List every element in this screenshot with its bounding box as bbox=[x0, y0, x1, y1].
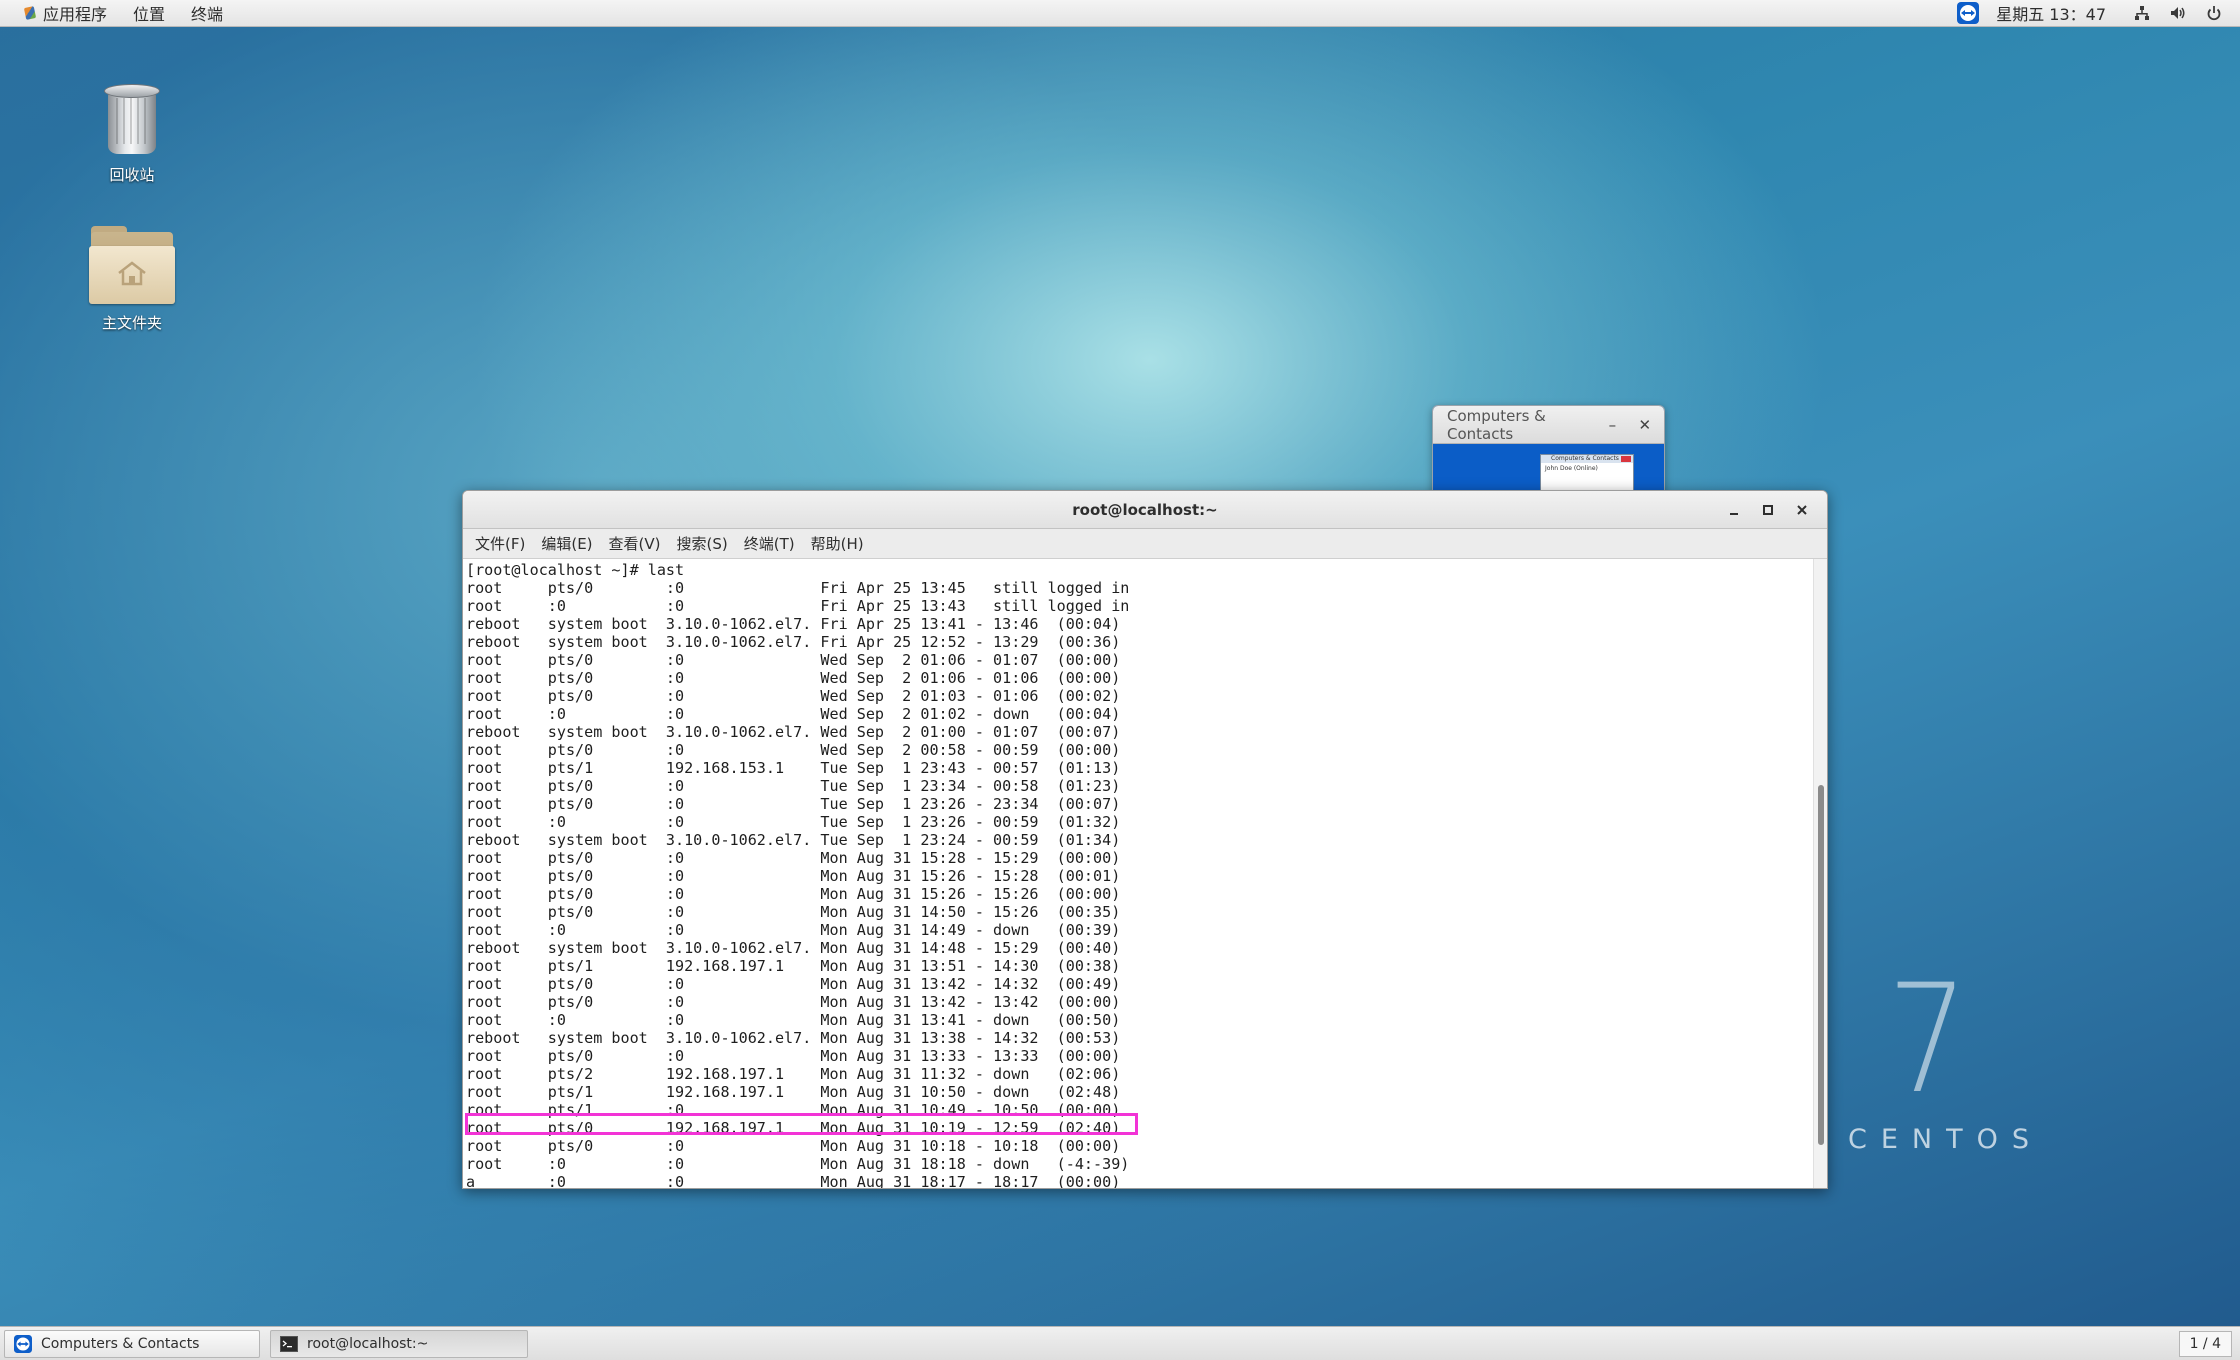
close-button[interactable] bbox=[1785, 496, 1819, 524]
terminal-output[interactable]: [root@localhost ~]# last root pts/0 :0 Fr… bbox=[463, 559, 1813, 1188]
task-label: root@localhost:~ bbox=[307, 1335, 429, 1352]
terminal-line: root pts/0 :0 Wed Sep 2 01:03 - 01:06 (0… bbox=[466, 687, 1121, 705]
terminal-titlebar[interactable]: root@localhost:~ bbox=[463, 491, 1827, 529]
thumbnail-title: Computers & Contacts bbox=[1541, 455, 1633, 463]
terminal-line: root pts/0 :0 Mon Aug 31 15:26 - 15:28 (… bbox=[466, 867, 1121, 885]
clock[interactable]: 星期五 13：47 bbox=[1996, 1, 2106, 25]
terminal-line: root pts/0 :0 Wed Sep 2 01:06 - 01:07 (0… bbox=[466, 651, 1121, 669]
desktop-home-folder[interactable]: 主文件夹 bbox=[57, 226, 207, 333]
maximize-icon bbox=[1763, 505, 1773, 515]
computers-contacts-thumbnail: Computers & Contacts John Doe (Online) bbox=[1540, 454, 1634, 494]
terminal-line: root pts/1 192.168.153.1 Tue Sep 1 23:43… bbox=[466, 759, 1121, 777]
trash-icon bbox=[100, 80, 164, 158]
terminal-line: [root@localhost ~]# last bbox=[466, 561, 685, 579]
applications-icon bbox=[23, 6, 37, 20]
power-icon[interactable] bbox=[2202, 1, 2226, 25]
volume-icon[interactable] bbox=[2166, 1, 2190, 25]
places-menu[interactable]: 位置 bbox=[120, 0, 178, 26]
terminal-line: reboot system boot 3.10.0-1062.el7. Tue … bbox=[466, 831, 1121, 849]
menu-file[interactable]: 文件(F) bbox=[467, 533, 533, 554]
network-icon[interactable] bbox=[2130, 1, 2154, 25]
terminal-line: reboot system boot 3.10.0-1062.el7. Mon … bbox=[466, 939, 1121, 957]
terminal-line: root :0 :0 Mon Aug 31 18:18 - down (-4:-… bbox=[466, 1155, 1130, 1173]
workspace-pager[interactable]: 1 / 4 bbox=[2178, 1330, 2232, 1357]
terminal-title: root@localhost:~ bbox=[1072, 500, 1218, 519]
task-computers-contacts[interactable]: Computers & Contacts bbox=[4, 1329, 260, 1358]
terminal-label: 终端 bbox=[191, 5, 224, 24]
applications-label: 应用程序 bbox=[43, 5, 108, 24]
menu-terminal[interactable]: 终端(T) bbox=[736, 533, 803, 554]
terminal-line: root pts/0 :0 Mon Aug 31 15:26 - 15:26 (… bbox=[466, 885, 1121, 903]
computers-contacts-title: Computers & Contacts bbox=[1447, 406, 1546, 443]
terminal-line: root pts/0 192.168.197.1 Mon Aug 31 10:1… bbox=[466, 1119, 1121, 1137]
terminal-line: root :0 :0 Wed Sep 2 01:02 - down (00:04… bbox=[466, 705, 1121, 723]
desktop-trash[interactable]: 回收站 bbox=[57, 80, 207, 185]
status-area: 星期五 13：47 bbox=[1950, 0, 2240, 26]
terminal-line: root pts/0 :0 Wed Sep 2 01:06 - 01:06 (0… bbox=[466, 669, 1121, 687]
desktop-home-folder-label: 主文件夹 bbox=[101, 314, 162, 332]
terminal-line: root pts/0 :0 Tue Sep 1 23:26 - 23:34 (0… bbox=[466, 795, 1121, 813]
thumbnail-close-icon bbox=[1621, 456, 1631, 462]
applications-menu[interactable]: 应用程序 bbox=[10, 0, 120, 26]
places-label: 位置 bbox=[133, 5, 166, 24]
task-terminal[interactable]: root@localhost:~ bbox=[270, 1329, 528, 1358]
teamviewer-icon[interactable] bbox=[1956, 1, 1980, 25]
terminal-line: reboot system boot 3.10.0-1062.el7. Wed … bbox=[466, 723, 1121, 741]
terminal-line: root pts/0 :0 Mon Aug 31 13:42 - 14:32 (… bbox=[466, 975, 1121, 993]
terminal-menubar: 文件(F) 编辑(E) 查看(V) 搜索(S) 终端(T) 帮助(H) bbox=[463, 529, 1827, 559]
desktop-trash-label: 回收站 bbox=[109, 166, 155, 184]
terminal-line: root pts/1 192.168.197.1 Mon Aug 31 13:5… bbox=[466, 957, 1121, 975]
minimize-button[interactable]: – bbox=[1603, 416, 1621, 434]
terminal-scrollbar[interactable] bbox=[1813, 559, 1827, 1188]
teamviewer-icon bbox=[13, 1334, 33, 1354]
thumbnail-user: John Doe (Online) bbox=[1545, 465, 1598, 472]
task-label: Computers & Contacts bbox=[41, 1335, 200, 1352]
terminal-lines: [root@localhost ~]# last root pts/0 :0 Fr… bbox=[463, 559, 1813, 1188]
minimize-button[interactable] bbox=[1717, 496, 1751, 524]
computers-contacts-titlebar[interactable]: Computers & Contacts – ✕ bbox=[1433, 406, 1664, 444]
menu-search[interactable]: 搜索(S) bbox=[669, 533, 736, 554]
terminal-line: root pts/0 :0 Mon Aug 31 13:33 - 13:33 (… bbox=[466, 1047, 1121, 1065]
bottom-taskbar: Computers & Contacts root@localhost:~ 1 … bbox=[0, 1326, 2240, 1360]
terminal-menu[interactable]: 终端 bbox=[178, 0, 236, 26]
close-icon bbox=[1797, 505, 1807, 515]
centos-wordmark: CENTOS bbox=[1848, 1124, 2043, 1155]
centos-version-logo: 7 bbox=[1887, 953, 1969, 1127]
terminal-line: root :0 :0 Mon Aug 31 13:41 - down (00:5… bbox=[466, 1011, 1121, 1029]
terminal-icon bbox=[279, 1334, 299, 1354]
maximize-button[interactable] bbox=[1751, 496, 1785, 524]
minimize-icon bbox=[1730, 513, 1738, 515]
menu-edit[interactable]: 编辑(E) bbox=[533, 533, 600, 554]
window-controls bbox=[1717, 491, 1819, 529]
home-folder-icon bbox=[89, 226, 175, 306]
top-menu: 应用程序 位置 终端 bbox=[0, 0, 236, 26]
terminal-line: root pts/2 192.168.197.1 Mon Aug 31 11:3… bbox=[466, 1065, 1121, 1083]
terminal-line: root pts/0 :0 Mon Aug 31 14:50 - 15:26 (… bbox=[466, 903, 1121, 921]
close-button[interactable]: ✕ bbox=[1636, 416, 1654, 434]
terminal-line: a :0 :0 Mon Aug 31 18:17 - 18:17 (00:00) bbox=[466, 1173, 1121, 1188]
terminal-line: root pts/0 :0 Mon Aug 31 15:28 - 15:29 (… bbox=[466, 849, 1121, 867]
terminal-window[interactable]: root@localhost:~ 文件(F) 编辑(E) 查看(V) 搜索(S)… bbox=[462, 490, 1828, 1189]
terminal-line: root pts/0 :0 Wed Sep 2 00:58 - 00:59 (0… bbox=[466, 741, 1121, 759]
terminal-line: reboot system boot 3.10.0-1062.el7. Fri … bbox=[466, 633, 1121, 651]
terminal-line: root pts/1 :0 Mon Aug 31 10:49 - 10:50 (… bbox=[466, 1101, 1121, 1119]
computers-contacts-window[interactable]: Computers & Contacts – ✕ Computers & Con… bbox=[1432, 405, 1665, 495]
menu-view[interactable]: 查看(V) bbox=[601, 533, 669, 554]
top-panel: 应用程序 位置 终端 星期五 13：47 bbox=[0, 0, 2240, 27]
terminal-line: root pts/0 :0 Tue Sep 1 23:34 - 00:58 (0… bbox=[466, 777, 1121, 795]
terminal-line: root pts/0 :0 Mon Aug 31 10:18 - 10:18 (… bbox=[466, 1137, 1121, 1155]
terminal-line: root :0 :0 Tue Sep 1 23:26 - 00:59 (01:3… bbox=[466, 813, 1121, 831]
scrollbar-thumb[interactable] bbox=[1818, 785, 1824, 1145]
terminal-line: root pts/0 :0 Fri Apr 25 13:45 still log… bbox=[466, 579, 1130, 597]
menu-help[interactable]: 帮助(H) bbox=[803, 533, 872, 554]
terminal-line: root pts/1 192.168.197.1 Mon Aug 31 10:5… bbox=[466, 1083, 1121, 1101]
terminal-line: root :0 :0 Fri Apr 25 13:43 still logged… bbox=[466, 597, 1130, 615]
terminal-line: reboot system boot 3.10.0-1062.el7. Fri … bbox=[466, 615, 1121, 633]
terminal-line: reboot system boot 3.10.0-1062.el7. Mon … bbox=[466, 1029, 1121, 1047]
terminal-line: root pts/0 :0 Mon Aug 31 13:42 - 13:42 (… bbox=[466, 993, 1121, 1011]
terminal-line: root :0 :0 Mon Aug 31 14:49 - down (00:3… bbox=[466, 921, 1121, 939]
